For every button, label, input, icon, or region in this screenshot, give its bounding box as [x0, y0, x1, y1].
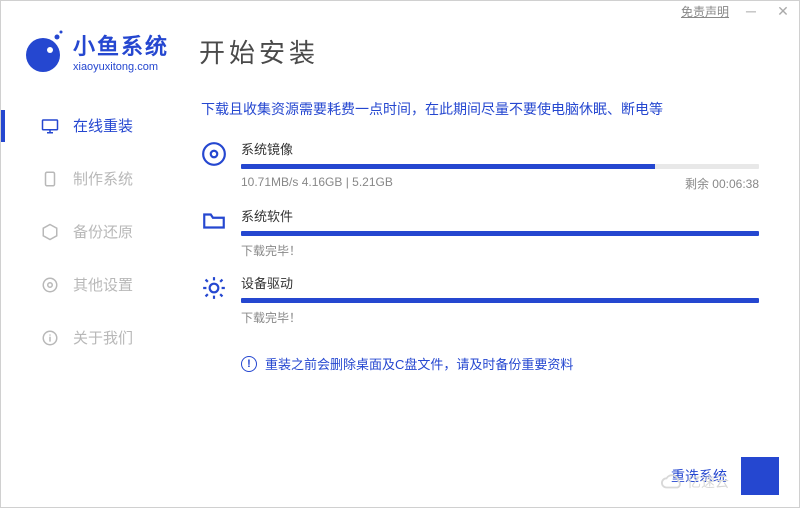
sidebar-item-settings[interactable]: 其他设置 [1, 258, 181, 311]
sidebar-item-backup[interactable]: 备份还原 [1, 205, 181, 258]
progress-bar-track [241, 298, 759, 303]
task-device-driver: 设备驱动 下载完毕！ [201, 273, 759, 326]
header: 小鱼系统 xiaoyuxitong.com 开始安装 [1, 21, 799, 89]
notice-text: 下载且收集资源需要耗费一点时间，在此期间尽量不要使电脑休眠、断电等 [201, 99, 759, 119]
sidebar-item-label: 其他设置 [73, 274, 133, 295]
sidebar-item-label: 在线重装 [73, 115, 133, 136]
cube-icon [41, 223, 59, 241]
gear-icon [41, 276, 59, 294]
warning-row: ! 重装之前会删除桌面及C盘文件，请及时备份重要资料 [241, 354, 759, 373]
task-status-left: 下载完毕！ [241, 242, 301, 259]
sidebar-item-about[interactable]: 关于我们 [1, 311, 181, 364]
task-system-software: 系统软件 下载完毕！ [201, 206, 759, 259]
footer: 重选系统 [671, 457, 779, 495]
sidebar-item-label: 制作系统 [73, 168, 133, 189]
page-title: 开始安装 [199, 33, 319, 70]
sidebar: 在线重装 制作系统 备份还原 其他设置 关于我们 [1, 89, 181, 475]
sidebar-item-label: 备份还原 [73, 221, 133, 242]
monitor-icon [41, 117, 59, 135]
progress-bar-fill [241, 298, 759, 303]
task-title: 设备驱动 [241, 273, 759, 292]
main-content: 下载且收集资源需要耗费一点时间，在此期间尽量不要使电脑休眠、断电等 系统镜像 1… [181, 89, 799, 475]
app-window: 免责声明 ─ ✕ 小鱼系统 xiaoyuxitong.com 开始安装 在线重装 [0, 0, 800, 508]
task-system-image: 系统镜像 10.71MB/s 4.16GB | 5.21GB 剩余 00:06:… [201, 139, 759, 192]
progress-bar-fill [241, 231, 759, 236]
titlebar: 免责声明 ─ ✕ [1, 1, 799, 21]
progress-bar-fill [241, 164, 655, 169]
info-icon [41, 329, 59, 347]
task-title: 系统镜像 [241, 139, 759, 158]
brand-domain: xiaoyuxitong.com [73, 61, 169, 73]
usb-icon [41, 170, 59, 188]
sidebar-item-label: 关于我们 [73, 327, 133, 348]
logo: 小鱼系统 xiaoyuxitong.com [21, 29, 169, 73]
close-button[interactable]: ✕ [773, 1, 793, 21]
task-status-left: 10.71MB/s 4.16GB | 5.21GB [241, 175, 393, 192]
reselect-system-link[interactable]: 重选系统 [671, 466, 727, 486]
minimize-button[interactable]: ─ [741, 1, 761, 21]
sidebar-item-reinstall[interactable]: 在线重装 [1, 99, 181, 152]
task-title: 系统软件 [241, 206, 759, 225]
progress-bar-track [241, 164, 759, 169]
warning-icon: ! [241, 356, 257, 372]
gear-icon [201, 275, 227, 301]
corner-flag [741, 457, 779, 495]
warning-text: 重装之前会删除桌面及C盘文件，请及时备份重要资料 [265, 354, 573, 373]
sidebar-item-create[interactable]: 制作系统 [1, 152, 181, 205]
progress-bar-track [241, 231, 759, 236]
task-status-left: 下载完毕！ [241, 309, 301, 326]
disclaimer-link[interactable]: 免责声明 [681, 3, 729, 20]
folder-icon [201, 208, 227, 234]
fish-logo-icon [21, 29, 65, 73]
disc-icon [201, 141, 227, 167]
brand-name: 小鱼系统 [73, 29, 169, 61]
task-status-right: 剩余 00:06:38 [685, 175, 759, 192]
